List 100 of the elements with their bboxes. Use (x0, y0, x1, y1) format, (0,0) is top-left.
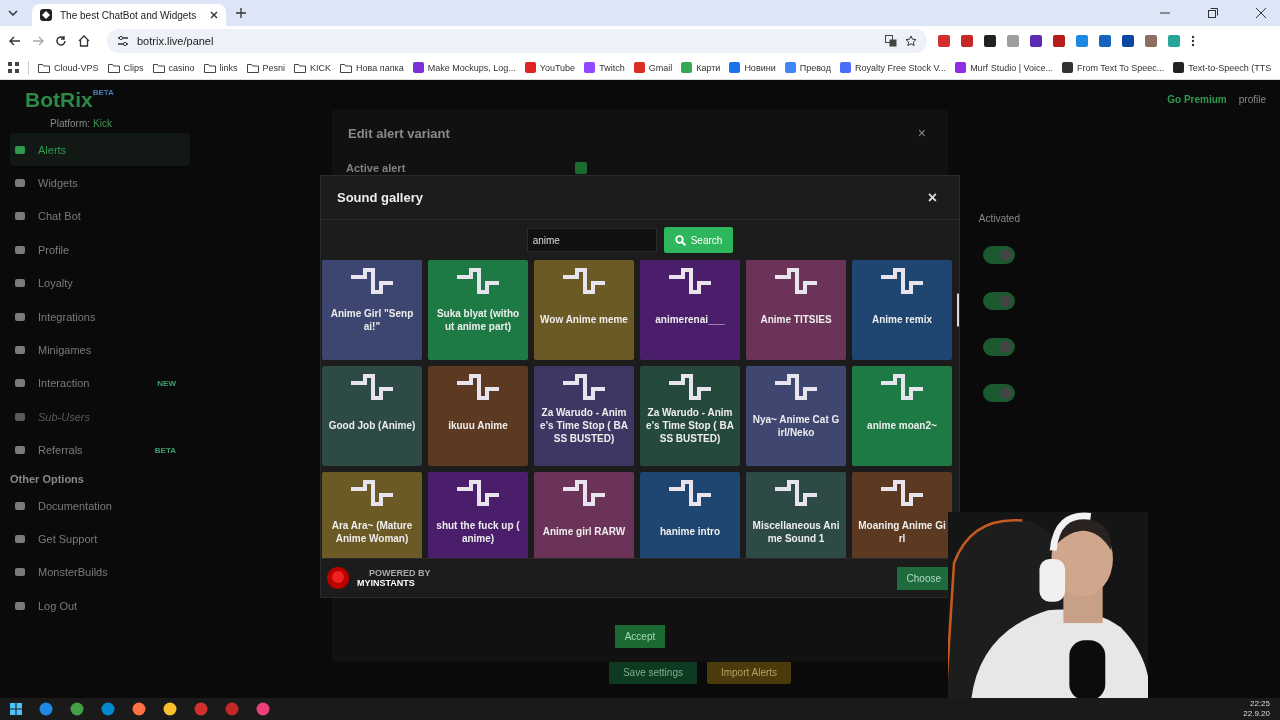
close-button[interactable]: × (921, 187, 943, 208)
site-settings-icon[interactable] (117, 36, 129, 46)
folder-icon (107, 62, 120, 73)
bookmark[interactable]: Новини (729, 62, 776, 73)
sound-tile[interactable]: Miscellaneous Anime Sound 1 (746, 472, 846, 558)
close-icon[interactable] (1256, 8, 1266, 18)
bookmark[interactable]: Превод (784, 62, 831, 73)
sidebar-item[interactable]: Alerts (10, 133, 190, 167)
close-button[interactable]: × (911, 124, 932, 142)
sidebar-item[interactable]: MonsterBuilds (10, 555, 190, 590)
sound-tile[interactable]: ikuuu Anime (428, 366, 528, 466)
bookmark[interactable]: From Text To Speec... (1062, 62, 1165, 73)
extension-icon[interactable] (1053, 35, 1065, 47)
taskbar-app-icon[interactable] (101, 702, 115, 716)
choose-button[interactable]: Choose (896, 566, 951, 590)
close-icon[interactable] (210, 11, 218, 19)
star-icon[interactable] (905, 35, 917, 47)
extension-icon[interactable] (1030, 35, 1042, 47)
extension-icon[interactable] (984, 35, 996, 47)
bookmark[interactable]: Карти (681, 62, 721, 73)
sound-tile[interactable]: Ara Ara~ (Mature Anime Woman) (322, 472, 422, 558)
extension-icon[interactable] (1099, 35, 1111, 47)
sidebar-item[interactable]: Integrations (10, 299, 190, 334)
menu-item-icon (14, 499, 26, 512)
taskbar-app-icon[interactable] (163, 702, 177, 716)
restore-icon[interactable] (1208, 8, 1218, 18)
sidebar-item[interactable]: Chat Bot (10, 199, 190, 234)
bookmark[interactable]: Murf Studio | Voice... (955, 62, 1053, 73)
sound-tile[interactable]: animerenai___ (640, 260, 740, 360)
sound-tile[interactable]: Anime Girl "Senpai!" (322, 260, 422, 360)
menu-item-icon (14, 277, 26, 290)
bookmark[interactable]: KICK (294, 62, 332, 73)
sound-tile[interactable]: Za Warudo - Anime's Time Stop ( BASS BUSTED) (534, 366, 634, 466)
sidebar-item[interactable]: Widgets (10, 166, 190, 200)
start-icon[interactable] (10, 703, 22, 715)
toggle-switch[interactable] (983, 338, 1016, 356)
back-icon[interactable] (9, 35, 21, 47)
premium-link[interactable]: Go Premium (1167, 94, 1227, 105)
sound-tile[interactable]: Suka blyat (without anime part) (428, 260, 528, 360)
bookmark[interactable]: links (203, 62, 238, 73)
taskbar-app-icon[interactable] (256, 702, 270, 716)
sound-tile[interactable]: Anime TITSIES (746, 260, 846, 360)
translate-icon[interactable] (885, 35, 897, 47)
bookmark[interactable]: Нова папка (340, 62, 404, 73)
sound-tile[interactable]: Wow Anime meme (534, 260, 634, 360)
search-icon (674, 234, 686, 246)
sidebar-item[interactable]: Documentation (10, 488, 190, 523)
search-field[interactable]: anime (526, 228, 657, 252)
bookmark[interactable]: Gmail (633, 62, 673, 73)
sidebar-item[interactable]: Log Out (10, 589, 190, 623)
bookmark[interactable]: Text-to-Speech (TTS (1173, 62, 1272, 73)
sound-tile[interactable]: Nya~ Anime Cat Girl/Neko (746, 366, 846, 466)
bookmark[interactable]: Twitch (584, 62, 625, 73)
wave-icon (455, 373, 501, 401)
sidebar-item[interactable]: Get Support (10, 522, 190, 556)
apps-icon[interactable] (8, 62, 19, 73)
sound-tile[interactable]: Good Job (Anime) (322, 366, 422, 466)
import-alerts-button[interactable]: Import Alerts (706, 661, 792, 684)
sidebar-item[interactable]: Interaction NEW (10, 366, 190, 401)
bookmark[interactable]: YouTube (524, 62, 576, 73)
bookmark[interactable]: Make Mockups, Log... (412, 62, 516, 73)
menu-icon[interactable] (1191, 35, 1195, 47)
new-tab-icon[interactable] (236, 8, 246, 18)
taskbar-app-icon[interactable] (132, 702, 146, 716)
wave-icon (667, 267, 713, 295)
tab-list-icon[interactable] (8, 10, 18, 16)
browser-tab[interactable]: The best ChatBot and Widgets (32, 4, 226, 26)
accept-button[interactable]: Accept (614, 625, 666, 648)
tag-label: BETA (154, 445, 176, 455)
reload-icon[interactable] (55, 35, 67, 47)
bookmark[interactable]: Royalty Free Stock V... (839, 62, 947, 73)
address-bar[interactable]: botrix.live/panel (107, 29, 927, 53)
sound-tile[interactable]: shut the fuck up ( anime) (428, 472, 528, 558)
sound-tile[interactable]: Anime girl RARW (534, 472, 634, 558)
sidebar-item[interactable]: Minigames (10, 333, 190, 367)
bookmark[interactable]: Pesni (246, 62, 286, 73)
taskbar-app-icon[interactable] (39, 702, 53, 716)
sidebar-item[interactable]: Referrals BETA (10, 433, 190, 467)
sound-tile[interactable]: Za Warudo - Anime's Time Stop ( BASS BUSTED) (640, 366, 740, 466)
toggle-switch[interactable] (983, 292, 1016, 310)
toggle-switch[interactable] (983, 384, 1016, 402)
folder-icon (38, 62, 50, 73)
menu-item-icon (14, 243, 26, 256)
sound-tile[interactable]: anime moan2~ (852, 366, 952, 466)
bookmark[interactable]: Clips (107, 62, 144, 73)
profile-link[interactable]: profile (1238, 94, 1266, 105)
home-icon[interactable] (78, 35, 90, 47)
sound-tile[interactable]: Anime remix (852, 260, 952, 360)
sidebar-item[interactable]: Profile (10, 233, 190, 267)
save-settings-button[interactable]: Save settings (608, 661, 697, 684)
toggle-switch[interactable] (983, 246, 1016, 264)
bookmark[interactable]: Cloud-VPS (38, 62, 99, 73)
sound-tile[interactable]: Moaning Anime Girl (852, 472, 952, 558)
bookmark[interactable]: casino (152, 62, 195, 73)
extension-icon[interactable] (1122, 35, 1134, 47)
menu-item-icon (14, 210, 26, 223)
sidebar-item[interactable]: Loyalty (10, 266, 190, 300)
sound-tile[interactable]: hanime intro (640, 472, 740, 558)
checkbox[interactable] (575, 162, 588, 174)
taskbar-app-icon[interactable] (70, 702, 84, 716)
